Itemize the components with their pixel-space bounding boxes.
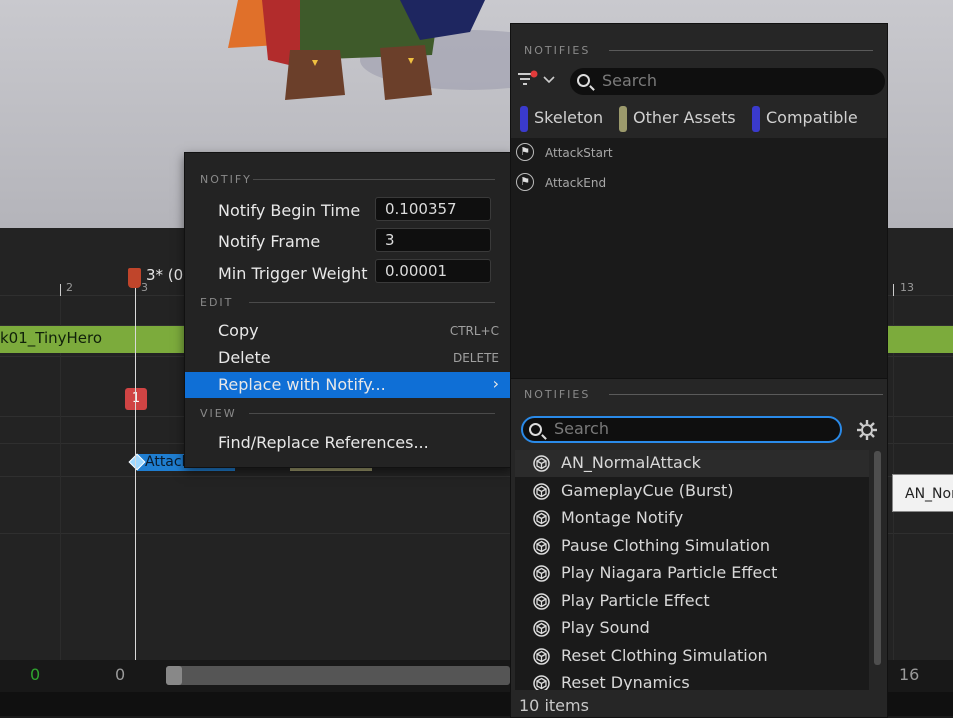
menu-item-label: Copy [218,321,259,340]
notify-tooltip: AN_NormalAttack [892,474,953,512]
blueprint-class-icon [533,647,550,665]
notify-class-list[interactable]: AN_NormalAttack GameplayCue (Burst) Montag… [515,450,869,690]
search-icon [529,423,542,436]
search-icon [577,74,590,87]
notify-frame-field[interactable]: 3 [375,228,491,252]
section-header-edit: EDIT [200,296,234,309]
list-item-label: AttackEnd [545,176,607,190]
list-item-label: AN_NormalAttack [561,453,701,472]
min-trigger-weight-field[interactable]: 0.00001 [375,259,491,283]
list-item-label: Play Niagara Particle Effect [561,563,778,582]
list-item[interactable]: GameplayCue (Burst) [515,478,869,505]
chip-label: Skeleton [534,108,604,127]
track-badge[interactable]: 1 [125,388,147,410]
animation-track-label: k01_TinyHero [0,329,103,347]
chip-swatch [752,106,760,132]
divider [609,50,873,51]
list-item[interactable]: ⚑ AttackEnd [511,170,887,198]
list-item-label: Reset Clothing Simulation [561,645,768,665]
list-item-label: AttackStart [545,146,613,160]
blueprint-class-icon [533,565,550,582]
list-item-label: GameplayCue (Burst) [561,480,734,500]
divider [249,413,495,414]
blueprint-class-icon [533,455,550,472]
menu-item-copy[interactable]: Copy CTRL+C [185,318,511,344]
gear-icon[interactable] [856,419,878,441]
list-item[interactable]: AN_NormalAttack [515,450,869,477]
playhead-handle[interactable] [128,268,141,288]
chip-label: Compatible [766,108,858,127]
skeleton-notifies-panel: NOTIFIES Search Skeleton Other Assets Co… [510,23,888,380]
shortcut-label: CTRL+C [449,324,499,338]
scrollbar[interactable] [874,451,881,665]
notify-begin-time-label: Notify Begin Time [218,201,361,220]
min-trigger-weight-label: Min Trigger Weight [218,264,368,283]
list-item-label: Play Sound [561,618,650,637]
chevron-right-icon: › [492,374,499,393]
blueprint-class-icon [533,510,550,527]
timeline-scroll-thumb[interactable] [166,666,182,685]
filter-chip-skeleton[interactable]: Skeleton [520,104,612,132]
list-item[interactable]: Play Sound [515,615,869,642]
list-item[interactable]: ⚑ AttackStart [511,140,887,168]
search-placeholder: Search [554,419,609,438]
range-end[interactable]: 16 [899,665,919,684]
search-input[interactable]: Search [570,68,885,95]
filter-chip-other-assets[interactable]: Other Assets [619,104,741,132]
menu-item-label: Replace with Notify... [218,375,386,394]
chip-swatch [619,106,627,132]
menu-item-find-replace-references[interactable]: Find/Replace References... [185,430,511,456]
list-item[interactable]: Reset Clothing Simulation [515,643,869,670]
divider [253,179,495,180]
frame-label: 3* (0 [146,266,184,284]
tick-mark [60,284,61,296]
playhead[interactable] [135,268,136,660]
menu-item-label: Find/Replace References... [218,433,429,452]
section-header-view: VIEW [200,407,237,420]
list-item[interactable]: Play Niagara Particle Effect [515,560,869,587]
list-item-label: Pause Clothing Simulation [561,535,771,555]
blueprint-class-icon [533,482,550,500]
tick-label: 2 [66,281,73,294]
range-start-green[interactable]: 0 [30,665,40,684]
search-placeholder: Search [602,71,657,90]
blueprint-class-icon [533,537,550,555]
blueprint-class-icon [533,675,550,690]
chip-swatch [520,106,528,132]
notify-classes-panel: NOTIFIES Search AN_NormalAttack GameplayC… [510,378,888,718]
range-start[interactable]: 0 [115,665,125,684]
list-item-label: Play Particle Effect [561,590,710,610]
list-item-label: Montage Notify [561,508,684,527]
list-item[interactable]: Play Particle Effect [515,588,869,615]
tick-mark [893,284,894,296]
menu-item-label: Delete [218,348,271,367]
notify-frame-label: Notify Frame [218,232,321,251]
list-item-label: Reset Dynamics [561,673,690,690]
menu-item-replace-with-notify[interactable]: Replace with Notify... › [185,372,511,398]
list-item[interactable]: Reset Dynamics [515,670,869,690]
menu-item-delete[interactable]: Delete DELETE [185,345,511,371]
blueprint-class-icon [533,592,550,610]
tick-label: 13 [900,281,914,294]
chip-label: Other Assets [633,108,736,127]
filter-icon[interactable] [518,70,558,90]
panel-header: NOTIFIES [524,44,591,57]
filter-chip-compatible[interactable]: Compatible [752,104,862,132]
section-header-notify: NOTIFY [200,173,252,186]
search-input[interactable]: Search [521,416,842,443]
timeline-scrollbar[interactable] [166,666,510,685]
divider [609,394,883,395]
blueprint-class-icon [533,620,550,637]
panel-header: NOTIFIES [524,388,591,401]
shortcut-label: DELETE [452,351,499,365]
context-menu: NOTIFY Notify Begin Time 0.100357 Notify… [184,152,512,468]
list-item[interactable]: Pause Clothing Simulation [515,533,869,560]
divider [249,302,495,303]
list-item[interactable]: Montage Notify [515,505,869,532]
running-figure-icon: ⚑ [516,143,534,161]
running-figure-icon: ⚑ [516,173,534,191]
items-count: 10 items [519,696,589,715]
notify-begin-time-field[interactable]: 0.100357 [375,197,491,221]
